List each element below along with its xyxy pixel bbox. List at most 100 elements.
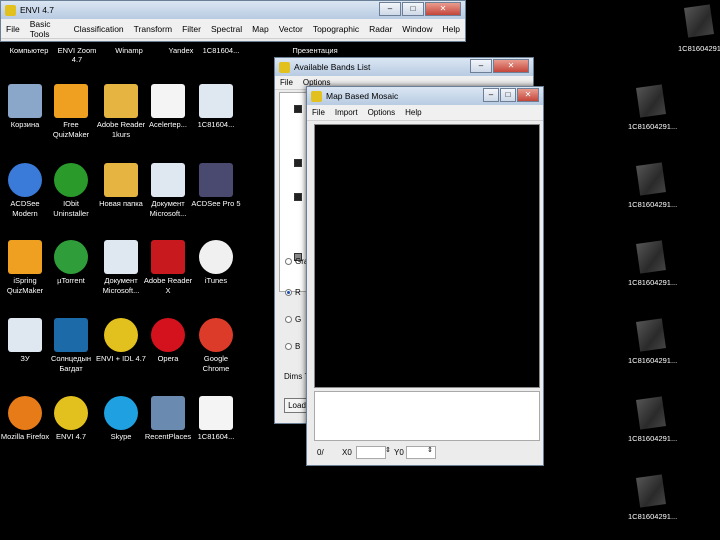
image-thumbnail-icon[interactable] bbox=[636, 396, 666, 430]
desktop-icon-label: ACDSee Modern bbox=[10, 199, 40, 218]
mosaic-menu-options[interactable]: Options bbox=[363, 108, 401, 117]
bands-minimize-button[interactable]: – bbox=[470, 59, 492, 73]
mosaic-close-button[interactable]: ✕ bbox=[517, 88, 539, 102]
image-thumbnail-icon[interactable] bbox=[636, 240, 666, 274]
x0-spinner-icon[interactable]: ⇕ bbox=[385, 446, 391, 454]
minimize-button[interactable]: – bbox=[379, 2, 401, 16]
mosaic-title-bar[interactable]: Map Based Mosaic – □ ✕ bbox=[307, 87, 543, 105]
desktop-icon[interactable]: Adobe Reader X bbox=[143, 240, 193, 296]
thumbnail-label: 1C81604291... bbox=[628, 278, 678, 287]
chrome-icon bbox=[199, 318, 233, 352]
radio-g[interactable] bbox=[285, 316, 292, 323]
bands-title: Available Bands List bbox=[294, 62, 371, 72]
image-thumbnail-icon[interactable] bbox=[684, 4, 714, 38]
desktop-icon[interactable]: ACDSee Modern bbox=[0, 163, 50, 219]
ispring-icon bbox=[8, 240, 42, 274]
desktop-icon[interactable]: iTunes bbox=[191, 240, 241, 286]
desktop-icon[interactable]: Mozilla Firefox bbox=[0, 396, 50, 442]
mosaic-minimize-button[interactable]: – bbox=[483, 88, 499, 102]
desktop-icon[interactable]: ENVI 4.7 bbox=[46, 396, 96, 442]
desktop-icon-label[interactable]: Компьютер bbox=[4, 46, 54, 55]
radio-b[interactable] bbox=[285, 343, 292, 350]
envi-title-bar[interactable]: ENVI 4.7 – □ ✕ bbox=[1, 1, 465, 19]
envi-menu-basic-tools[interactable]: Basic Tools bbox=[25, 19, 69, 39]
desktop-icon[interactable]: IObit Uninstaller bbox=[46, 163, 96, 219]
desktop-icon[interactable]: Новая папка bbox=[96, 163, 146, 209]
envi-menu-vector[interactable]: Vector bbox=[274, 24, 308, 34]
radio-r[interactable] bbox=[285, 289, 292, 296]
desktop-icon[interactable]: ENVI + IDL 4.7 bbox=[96, 318, 146, 364]
desktop-icon-label[interactable]: ENVI Zoom 4.7 bbox=[52, 46, 102, 64]
image-thumbnail-icon[interactable] bbox=[636, 474, 666, 508]
desktop-icon-label: 1C81604... bbox=[197, 120, 235, 129]
desktop-icon[interactable]: Free QuizMaker bbox=[46, 84, 96, 140]
envi-menu-map[interactable]: Map bbox=[247, 24, 274, 34]
desktop-icon-label: IObit Uninstaller bbox=[53, 199, 89, 218]
desktop-icon[interactable]: Google Chrome bbox=[191, 318, 241, 374]
desktop-icon-label: ENVI 4.7 bbox=[55, 432, 86, 441]
desktop-icon[interactable]: Adobe Reader 1kurs bbox=[96, 84, 146, 140]
desktop-icon[interactable]: Skype bbox=[96, 396, 146, 442]
image-thumbnail-icon[interactable] bbox=[636, 162, 666, 196]
desktop-icon[interactable]: ACDSee Pro 5 bbox=[191, 163, 241, 209]
desktop-icon[interactable]: Документ Microsoft... bbox=[96, 240, 146, 296]
tree-node-icon bbox=[294, 193, 302, 201]
desktop-icon-label: Skype bbox=[110, 432, 132, 441]
mosaic-menu-import[interactable]: Import bbox=[330, 108, 363, 117]
desktop-icon[interactable]: RecentPlaces bbox=[143, 396, 193, 442]
desktop-icon[interactable]: iSpring QuizMaker bbox=[0, 240, 50, 296]
desktop-icon[interactable]: Acelertep... bbox=[143, 84, 193, 130]
envi-menu-help[interactable]: Help bbox=[438, 24, 465, 34]
y0-label: Y0 bbox=[394, 448, 404, 457]
envi-menu-radar[interactable]: Radar bbox=[364, 24, 397, 34]
desktop-icon-label: Документ Microsoft... bbox=[102, 276, 140, 295]
thumbnail-label: 1C81604291... bbox=[628, 512, 678, 521]
desktop-icon[interactable]: 1C81604... bbox=[191, 396, 241, 442]
desktop-icon-label[interactable]: 1C81604... bbox=[196, 46, 246, 55]
x0-field[interactable] bbox=[356, 446, 386, 459]
bands-title-bar[interactable]: Available Bands List – ✕ bbox=[275, 58, 533, 76]
desktop-icon[interactable]: 1C81604... bbox=[191, 84, 241, 130]
bands-window-icon bbox=[279, 61, 290, 73]
y0-spinner-icon[interactable]: ⇕ bbox=[427, 446, 433, 454]
image-thumbnail-icon[interactable] bbox=[636, 84, 666, 118]
desktop-icon[interactable]: µTorrent bbox=[46, 240, 96, 286]
envi-icon bbox=[54, 396, 88, 430]
mosaic-canvas[interactable] bbox=[314, 124, 540, 388]
mosaic-list-area[interactable] bbox=[314, 391, 540, 441]
desktop-icon-label[interactable]: Презентация bbox=[290, 46, 340, 55]
envi-menu-filter[interactable]: Filter bbox=[177, 24, 206, 34]
desktop-icon[interactable]: Документ Microsoft... bbox=[143, 163, 193, 219]
map-based-mosaic-window: Map Based Mosaic – □ ✕ File Import Optio… bbox=[306, 86, 544, 466]
folder-icon bbox=[104, 84, 138, 118]
envi-menu-file[interactable]: File bbox=[1, 24, 25, 34]
desktop-icon[interactable]: Корзина bbox=[0, 84, 50, 130]
desktop-icon-label: Google Chrome bbox=[202, 354, 230, 373]
envi-menu-transform[interactable]: Transform bbox=[129, 24, 177, 34]
desktop-icon-label: iSpring QuizMaker bbox=[6, 276, 44, 295]
desktop-icon[interactable]: Opera bbox=[143, 318, 193, 364]
word-document-icon bbox=[151, 163, 185, 197]
mosaic-maximize-button[interactable]: □ bbox=[500, 88, 516, 102]
envi-menu-topographic[interactable]: Topographic bbox=[308, 24, 364, 34]
recent-places-icon bbox=[151, 396, 185, 430]
maximize-button[interactable]: □ bbox=[402, 2, 424, 16]
desktop-icon[interactable]: Солнцедын Багдат bbox=[46, 318, 96, 374]
bands-close-button[interactable]: ✕ bbox=[493, 59, 529, 73]
radio-gray-scale[interactable] bbox=[285, 258, 292, 265]
image-thumbnail-icon[interactable] bbox=[636, 318, 666, 352]
envi-menu-window[interactable]: Window bbox=[397, 24, 437, 34]
envi-menu-spectral[interactable]: Spectral bbox=[206, 24, 247, 34]
thumbnail-label: 1C81604291... bbox=[678, 44, 720, 53]
desktop-icon-label: Новая папка bbox=[99, 199, 143, 208]
desktop-icon[interactable]: ЗУ bbox=[0, 318, 50, 364]
new-folder-icon bbox=[104, 163, 138, 197]
bands-menu-file[interactable]: File bbox=[275, 78, 298, 87]
mosaic-menu-file[interactable]: File bbox=[307, 108, 330, 117]
close-button[interactable]: ✕ bbox=[425, 2, 461, 16]
mosaic-menu-help[interactable]: Help bbox=[400, 108, 426, 117]
envi-menu-classification[interactable]: Classification bbox=[69, 24, 129, 34]
desktop-icon-label: Документ Microsoft... bbox=[149, 199, 187, 218]
thumbnail-label: 1C81604291... bbox=[628, 434, 678, 443]
desktop-icon-label[interactable]: Winamp bbox=[104, 46, 154, 55]
